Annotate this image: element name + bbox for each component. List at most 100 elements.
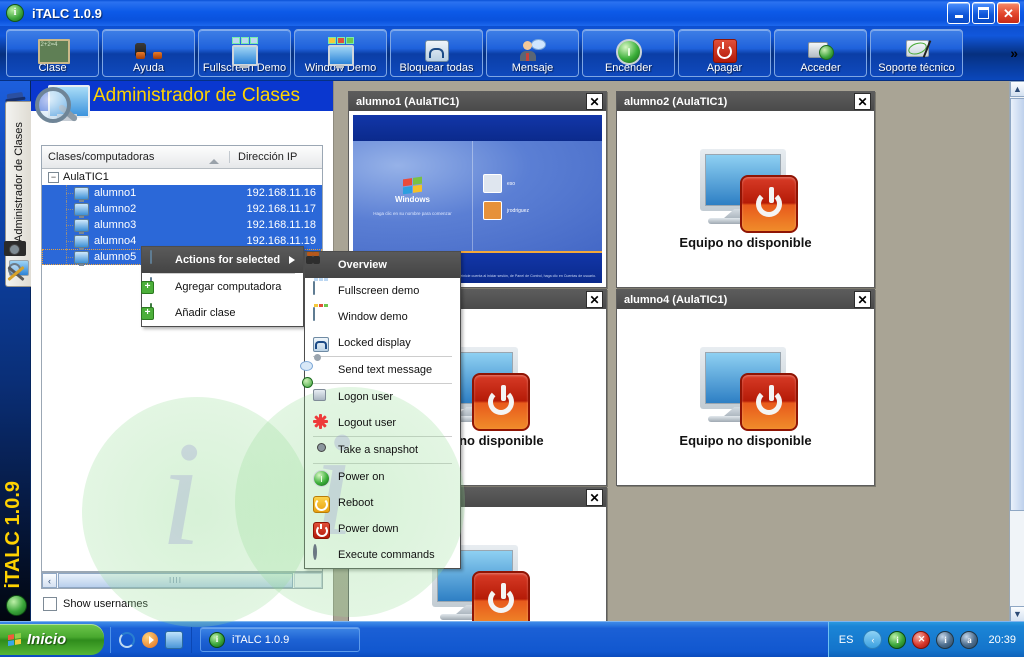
list-item[interactable]: jrodriguez (483, 201, 602, 220)
close-icon[interactable]: ✕ (586, 489, 603, 506)
toolbar-button-label: Acceder (800, 62, 840, 74)
unavailable-message: Equipo no disponible (679, 433, 811, 448)
lock-icon (313, 334, 331, 352)
tree-header: Clases/computadoras Dirección IP (42, 146, 322, 169)
toolbar-button-mensaje[interactable]: Mensaje (486, 29, 579, 77)
italc-green-icon[interactable]: i (888, 631, 906, 649)
column-header-classes[interactable]: Clases/computadoras (42, 151, 229, 163)
submenu-item-label: Power down (338, 523, 399, 535)
submenu-item-send-text-message[interactable]: Send text message (305, 357, 460, 383)
toolbar-button-fullscreen-demo[interactable]: Fullscreen Demo (198, 29, 291, 77)
client-title-bar: alumno4 (AulaTIC1) ✕ (617, 290, 874, 309)
submenu-item-execute-commands[interactable]: Execute commands (305, 542, 460, 568)
show-usernames-checkbox[interactable]: Show usernames (43, 597, 148, 611)
scroll-left-button[interactable]: ‹ (42, 573, 57, 588)
toolbar-button-window-demo[interactable]: Window Demo (294, 29, 387, 77)
minimize-icon (955, 15, 963, 18)
taskbar-item-italc[interactable]: i iTALC 1.0.9 (200, 627, 360, 652)
toolbar-button-apagar[interactable]: Apagar (678, 29, 771, 77)
show-desktop-icon[interactable] (165, 631, 183, 649)
close-icon[interactable]: ✕ (586, 93, 603, 110)
context-menu-item-add-computer[interactable]: Agregar computadora (142, 274, 303, 300)
toolbar-button-bloquear-todas[interactable]: Bloquear todas (390, 29, 483, 77)
toolbar-button-encender[interactable]: Encender (582, 29, 675, 77)
sidebar-item-label: Administrador de Clases (13, 106, 25, 258)
client-screen[interactable]: Equipo no disponible (621, 115, 870, 283)
computer-tree[interactable]: Clases/computadoras Dirección IP − AulaT… (41, 145, 323, 572)
windows-label: Windows (395, 195, 430, 204)
minimize-button[interactable] (947, 2, 970, 24)
italc-globe-icon: i (6, 4, 24, 22)
submenu-item-label: Window demo (338, 311, 408, 323)
submenu-item-power-on[interactable]: Power on (305, 464, 460, 490)
context-menu-item-actions-for-selected[interactable]: Actions for selected (142, 247, 303, 273)
scroll-up-button[interactable]: ▲ (1010, 81, 1024, 97)
tree-row-classroom[interactable]: − AulaTIC1 (42, 169, 322, 185)
computer-name: alumno2 (94, 203, 232, 215)
list-item[interactable]: eso (483, 174, 602, 193)
tools-icon[interactable] (2, 263, 28, 285)
antivirus-shield-icon[interactable]: ✕ (912, 631, 930, 649)
submenu-item-take-a-snapshot[interactable]: Take a snapshot (305, 437, 460, 463)
submenu-item-reboot[interactable]: Reboot (305, 490, 460, 516)
italc-application-window: i iTALC 1.0.9 ✕ 2+2=4 Clase Ayuda Fullsc… (0, 0, 1024, 657)
close-icon[interactable]: ✕ (854, 291, 871, 308)
sidebar-item-class-manager[interactable]: Administrador de Clases (5, 101, 32, 287)
tree-horizontal-scrollbar[interactable]: ‹ IIII (41, 572, 323, 589)
user-name: jrodriguez (507, 208, 529, 214)
close-icon[interactable]: ✕ (854, 93, 871, 110)
table-row[interactable]: alumno2 192.168.11.17 (42, 201, 322, 217)
toolbar-button-clase[interactable]: 2+2=4 Clase (6, 29, 99, 77)
client-window-alumno4[interactable]: alumno4 (AulaTIC1) ✕ Equipo no disponibl… (616, 289, 875, 486)
maximize-button[interactable] (972, 2, 995, 24)
window-demo-icon (326, 36, 356, 62)
submenu-item-power-down[interactable]: Power down (305, 516, 460, 542)
close-icon[interactable]: ✕ (586, 291, 603, 308)
submenu-item-window-demo[interactable]: Window demo (305, 304, 460, 330)
scroll-down-button[interactable]: ▼ (1010, 606, 1024, 622)
scrollbar-thumb[interactable] (1010, 98, 1024, 511)
actions-submenu[interactable]: i Overview Fullscreen demo Window demo L… (304, 251, 461, 569)
computer-ip: 192.168.11.18 (232, 219, 322, 231)
column-header-ip[interactable]: Dirección IP (229, 151, 322, 163)
media-player-icon[interactable] (142, 632, 158, 648)
submenu-item-label: Power on (338, 471, 384, 483)
tray-expand-icon[interactable]: ‹ (863, 630, 882, 649)
acrobat-icon[interactable]: a (960, 631, 978, 649)
reboot-icon (313, 494, 331, 512)
collapse-icon[interactable]: − (48, 172, 59, 183)
toolbar-button-ayuda[interactable]: Ayuda (102, 29, 195, 77)
start-button[interactable]: Inicio (0, 624, 104, 655)
submenu-item-fullscreen-demo[interactable]: Fullscreen demo (305, 278, 460, 304)
toolbar-button-soporte-tecnico[interactable]: Soporte técnico (870, 29, 963, 77)
close-button[interactable]: ✕ (997, 2, 1020, 24)
table-row[interactable]: alumno3 192.168.11.18 (42, 217, 322, 233)
context-menu-item-add-class[interactable]: Añadir clase (142, 300, 303, 326)
maximize-icon (978, 7, 989, 19)
submenu-item-locked-display[interactable]: Locked display (305, 330, 460, 356)
submenu-item-label: Overview (338, 259, 387, 271)
toolbar-button-label: Mensaje (512, 62, 554, 74)
main-vertical-scrollbar[interactable]: ▲ ▼ (1009, 81, 1024, 622)
submenu-item-logon-user[interactable]: Logon user (305, 384, 460, 410)
submenu-item-overview[interactable]: Overview (305, 252, 460, 278)
page-title: Administrador de Clases (93, 85, 300, 107)
toolbar-button-label: Soporte técnico (878, 62, 954, 74)
context-menu[interactable]: i Actions for selected Agregar computado… (141, 246, 304, 327)
table-row[interactable]: alumno1 192.168.11.16 (42, 185, 322, 201)
info-blue-icon[interactable]: i (936, 631, 954, 649)
scrollbar-track[interactable] (294, 573, 322, 588)
checkbox-box[interactable] (43, 597, 57, 611)
client-title: alumno1 (AulaTIC1) (356, 96, 459, 108)
client-window-alumno2[interactable]: alumno2 (AulaTIC1) ✕ Equipo no disponibl… (616, 91, 875, 288)
window-title-bar: i iTALC 1.0.9 ✕ (0, 0, 1024, 27)
scrollbar-thumb[interactable]: IIII (58, 573, 293, 588)
internet-explorer-icon[interactable] (119, 632, 135, 648)
client-screen[interactable]: Equipo no disponible (621, 313, 870, 481)
submenu-item-logout-user[interactable]: Logout user (305, 410, 460, 436)
toolbar-button-acceder[interactable]: Acceder (774, 29, 867, 77)
monitor-icon (74, 187, 89, 200)
language-indicator[interactable]: ES (839, 634, 854, 646)
clock[interactable]: 20:39 (988, 634, 1016, 646)
toolbar-overflow-button[interactable]: » (1010, 45, 1018, 61)
